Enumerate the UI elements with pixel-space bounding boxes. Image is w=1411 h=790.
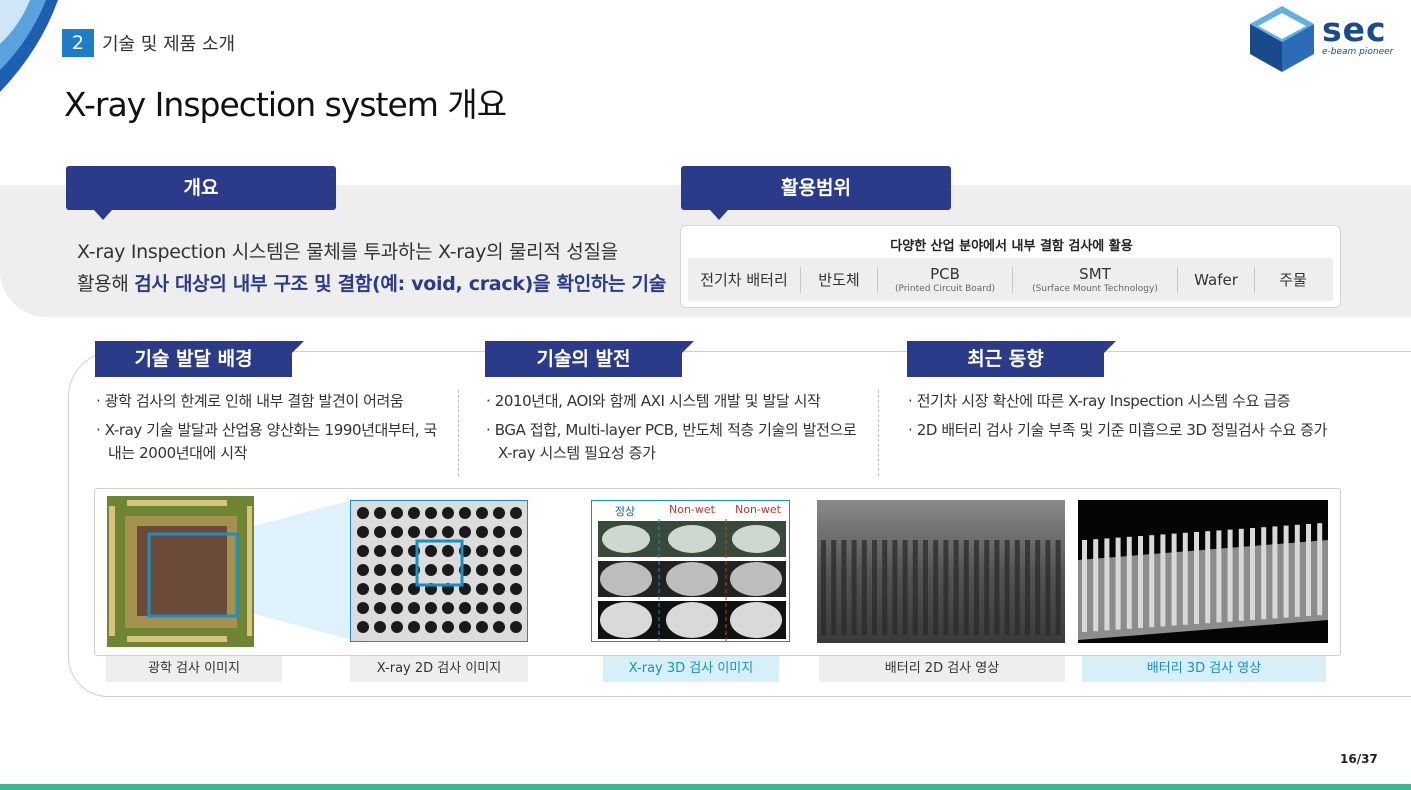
caption-battery-2d: 배터리 2D 검사 영상 (819, 656, 1065, 682)
xray-3d-inspection-image: 정상 Non-wet Non-wet (591, 500, 790, 642)
background-bullets: · 광학 검사의 한계로 인해 내부 결함 발견이 어려움 · X-ray 기술… (96, 390, 446, 471)
background-label: 기술 발달 배경 (95, 341, 304, 377)
page-number: 16/37 (1340, 752, 1378, 766)
application-item-casting: 주물 (1279, 271, 1307, 289)
overview-label: 개요 (66, 166, 336, 210)
bottom-accent-bar (0, 784, 1411, 790)
development-bullets: · 2010년대, AOI와 함께 AXI 시스템 개발 및 발달 시작 · B… (486, 390, 861, 471)
application-item-smt: SMT (Surface Mount Technology) (1032, 265, 1158, 294)
applications-list: 전기차 배터리 반도체 PCB (Printed Circuit Board) S… (688, 258, 1333, 301)
section-title: 기술 및 제품 소개 (102, 34, 236, 55)
application-item-wafer: Wafer (1194, 270, 1238, 289)
overview-description: X-ray Inspection 시스템은 물체를 투과하는 X-ray의 물리… (77, 236, 666, 300)
corner-swoosh-decoration (0, 0, 58, 92)
caption-xray-3d: X-ray 3D 검사 이미지 (603, 656, 779, 682)
section-number-badge: 2 (62, 29, 94, 57)
applications-label-pointer (710, 210, 728, 220)
label-non-wet-1: Non-wet (669, 503, 715, 516)
label-non-wet-2: Non-wet (735, 503, 781, 516)
column-divider (878, 390, 879, 476)
applications-heading: 다양한 산업 분야에서 내부 결함 검사에 활용 (890, 239, 1133, 254)
caption-xray-2d: X-ray 2D 검사 이미지 (350, 656, 528, 682)
bullet-item: · X-ray 기술 발달과 산업용 양산화는 1990년대부터, 국내는 20… (96, 421, 437, 462)
optical-inspection-image (107, 496, 254, 647)
caption-optical: 광학 검사 이미지 (106, 656, 282, 682)
overview-highlight: 검사 대상의 내부 구조 및 결함(예: void, crack)을 확인하는 … (134, 273, 666, 295)
bullet-item: · 2010년대, AOI와 함께 AXI 시스템 개발 및 발달 시작 (486, 392, 821, 410)
overview-line-2: 활용해 검사 대상의 내부 구조 및 결함(예: void, crack)을 확… (77, 273, 666, 295)
bullet-item: · BGA 접합, Multi-layer PCB, 반도체 적층 기술의 발전… (486, 421, 857, 462)
label-normal: 정상 (614, 505, 636, 518)
applications-label: 활용범위 (681, 166, 951, 210)
trends-label: 최근 동향 (907, 341, 1116, 377)
battery-2d-inspection-image (817, 500, 1065, 643)
overview-line-1: X-ray Inspection 시스템은 물체를 투과하는 X-ray의 물리… (77, 241, 618, 263)
logo-wordmark: sec (1322, 10, 1387, 49)
page-title: X-ray Inspection system 개요 (64, 85, 507, 124)
application-item-ev-battery: 전기차 배터리 (700, 271, 788, 289)
trends-bullets: · 전기차 시장 확산에 따른 X-ray Inspection 시스템 수요 … (908, 390, 1338, 448)
overview-label-pointer (94, 210, 112, 220)
bullet-item: · 전기차 시장 확산에 따른 X-ray Inspection 시스템 수요 … (908, 392, 1291, 410)
caption-battery-3d: 배터리 3D 검사 영상 (1082, 656, 1326, 682)
application-item-pcb: PCB (Printed Circuit Board) (894, 265, 996, 294)
battery-3d-inspection-image (1078, 500, 1328, 643)
applications-box: 다양한 산업 분야에서 내부 결함 검사에 활용 전기차 배터리 반도체 PCB… (680, 225, 1341, 308)
development-label: 기술의 발전 (485, 341, 694, 377)
bullet-item: · 2D 배터리 검사 기술 부족 및 기준 미흡으로 3D 정밀검사 수요 증… (908, 421, 1327, 439)
logo-tagline: e-beam pioneer (1322, 47, 1394, 57)
bullet-item: · 광학 검사의 한계로 인해 내부 결함 발견이 어려움 (96, 392, 404, 410)
column-divider (458, 390, 459, 476)
xray-2d-inspection-image (350, 500, 528, 642)
application-item-semiconductor: 반도체 (818, 271, 860, 289)
